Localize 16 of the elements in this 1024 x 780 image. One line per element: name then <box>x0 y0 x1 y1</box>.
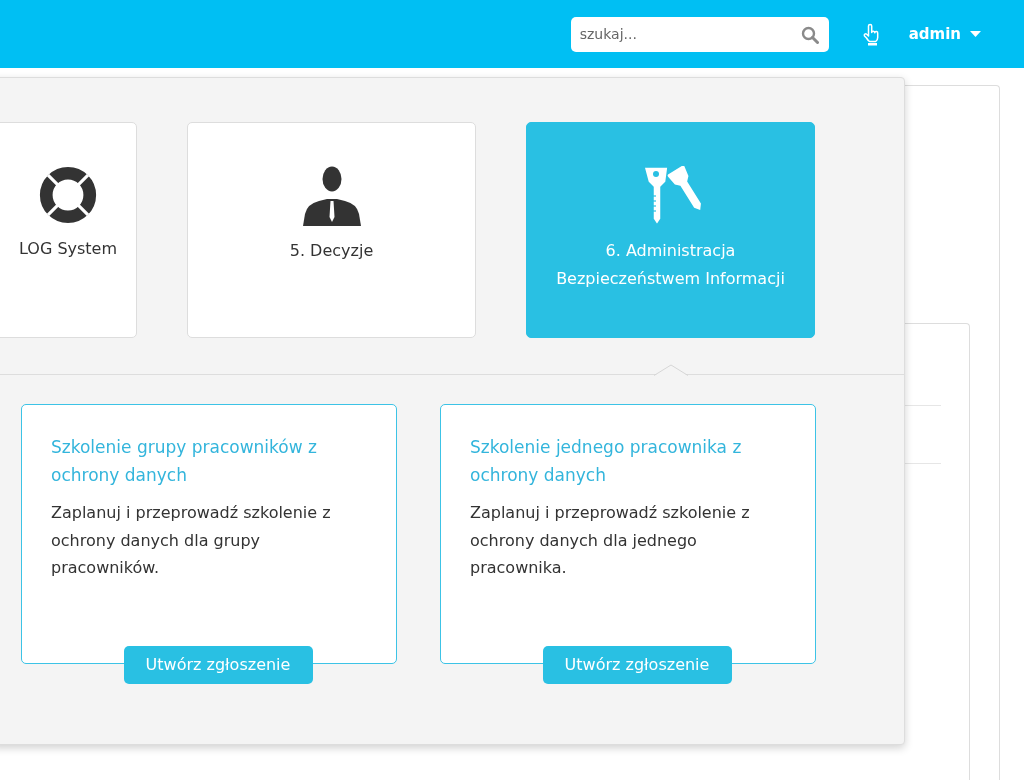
create-request-button[interactable]: Utwórz zgłoszenie <box>542 646 732 684</box>
create-request-button[interactable]: Utwórz zgłoszenie <box>123 646 313 684</box>
user-menu-button[interactable]: admin <box>908 22 981 46</box>
service-title: Szkolenie jednego pracownika z ochrony danych <box>470 436 743 487</box>
category-tile[interactable]: LOG System <box>0 122 137 338</box>
service-description: Zaplanuj i przeprowadź szkolenie z ochrony danych dla grupy pracowników. <box>51 502 332 579</box>
caret-icon[interactable] <box>970 31 981 37</box>
service-title: Szkolenie grupy pracowników z ochrony danych <box>51 436 318 487</box>
service-description: Zaplanuj i przeprowadź szkolenie z ochrony danych dla jednego pracownika. <box>470 502 751 579</box>
person-icon <box>301 166 362 226</box>
lifebuoy-icon <box>39 166 97 224</box>
category-tile[interactable]: 5. Decyzje <box>187 122 476 338</box>
search-field[interactable]: szukaj... <box>570 16 829 52</box>
category-tile[interactable]: 6. Administracja Bezpieczeństwem Informacji <box>526 122 815 338</box>
pointing-hand-icon[interactable] <box>861 22 880 46</box>
search-icon[interactable] <box>800 25 819 44</box>
